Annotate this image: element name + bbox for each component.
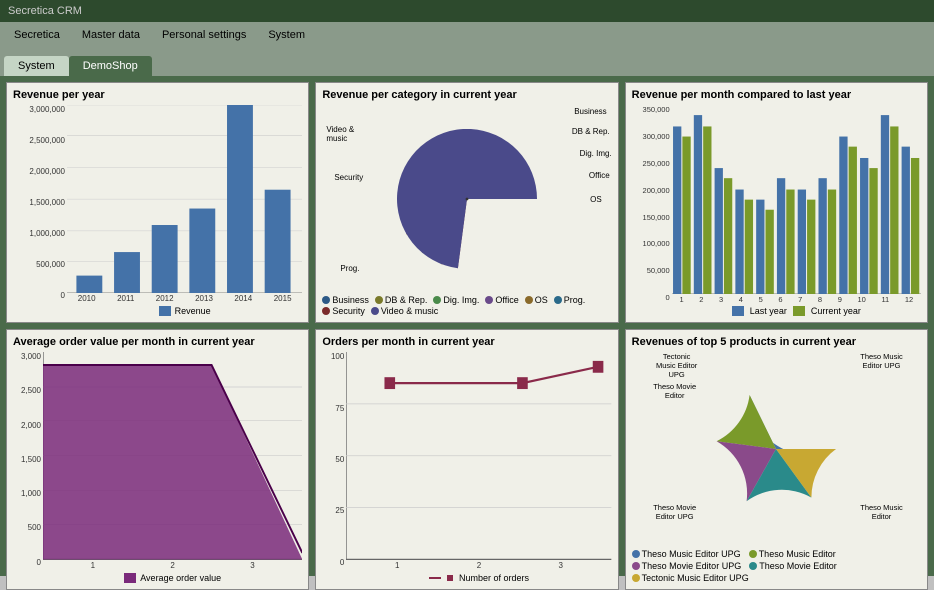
menu-bar: Secretica Master data Personal settings … bbox=[0, 22, 934, 48]
legend-lastyear-box bbox=[732, 306, 744, 316]
pie-label-office: Office bbox=[589, 171, 610, 180]
monthly-comparison-chart bbox=[672, 105, 921, 294]
top5-pie-chart bbox=[716, 389, 836, 509]
revenue-per-year-title: Revenue per year bbox=[13, 89, 302, 101]
top5-title: Revenues of top 5 products in current ye… bbox=[632, 336, 921, 348]
x-label-2014: 2014 bbox=[234, 294, 252, 303]
revenue-year-chart bbox=[67, 105, 302, 293]
legend-avgorder-box bbox=[124, 573, 136, 583]
legend-revenue-box bbox=[159, 306, 171, 316]
avg-order-value-panel: Average order value per month in current… bbox=[6, 329, 309, 589]
legend-currentyear-box bbox=[793, 306, 805, 316]
x-label-2010: 2010 bbox=[78, 294, 96, 303]
revenue-per-month-panel: Revenue per month compared to last year … bbox=[625, 82, 928, 323]
x-label-2012: 2012 bbox=[156, 294, 174, 303]
legend-lastyear-label: Last year bbox=[750, 306, 787, 316]
top5-legend: Theso Music Editor UPG Theso Music Edito… bbox=[632, 549, 921, 583]
pie-label-os: OS bbox=[590, 195, 602, 204]
x-label-2015: 2015 bbox=[274, 294, 292, 303]
orders-per-month-panel: Orders per month in current year 100 75 … bbox=[315, 329, 618, 589]
title-bar: Secretica CRM bbox=[0, 0, 934, 22]
legend-orders-line bbox=[429, 577, 441, 579]
tab-bar: System DemoShop bbox=[0, 48, 934, 76]
revenue-per-category-title: Revenue per category in current year bbox=[322, 89, 611, 101]
revenue-per-category-panel: Revenue per category in current year Bus… bbox=[315, 82, 618, 323]
top5-label-tectonic: TectonicMusic EditorUPG bbox=[637, 352, 717, 379]
y-label: 500,000 bbox=[13, 260, 65, 269]
menu-personalsettings[interactable]: Personal settings bbox=[152, 26, 256, 44]
menu-masterdata[interactable]: Master data bbox=[72, 26, 150, 44]
menu-secretica[interactable]: Secretica bbox=[4, 26, 70, 44]
y-label: 1,500,000 bbox=[13, 198, 65, 207]
avg-order-chart bbox=[43, 352, 302, 559]
top5-products-panel: Revenues of top 5 products in current ye… bbox=[625, 329, 928, 589]
category-legend: Business DB & Rep. Dig. Img. Office OS P… bbox=[322, 295, 611, 316]
dashboard: Revenue per year 3,000,000 2,500,000 2,0… bbox=[0, 76, 934, 576]
y-label: 2,000,000 bbox=[13, 167, 65, 176]
top5-label-theso-music-upg: Theso MusicEditor UPG bbox=[844, 352, 919, 370]
revenue-per-year-panel: Revenue per year 3,000,000 2,500,000 2,0… bbox=[6, 82, 309, 323]
orders-per-month-title: Orders per month in current year bbox=[322, 336, 611, 348]
category-pie-chart bbox=[397, 129, 537, 269]
y-label: 2,500,000 bbox=[13, 136, 65, 145]
y-label: 0 bbox=[13, 291, 65, 300]
app-title: Secretica CRM bbox=[8, 5, 82, 17]
top5-label-theso-movie-ed: Theso MovieEditor bbox=[635, 382, 715, 400]
pie-label-business: Business bbox=[574, 107, 606, 116]
legend-revenue-label: Revenue bbox=[175, 306, 211, 316]
pie-label-digimg: Dig. Img. bbox=[580, 149, 612, 158]
menu-system[interactable]: System bbox=[258, 26, 315, 44]
pie-label-security: Security bbox=[334, 173, 363, 182]
tab-system[interactable]: System bbox=[4, 56, 69, 76]
pie-label-videomusic: Video &music bbox=[326, 125, 354, 143]
legend-currentyear-label: Current year bbox=[811, 306, 861, 316]
pie-label-prog: Prog. bbox=[340, 264, 359, 273]
tab-demoshop[interactable]: DemoShop bbox=[69, 56, 152, 76]
x-label-2011: 2011 bbox=[117, 294, 134, 303]
legend-avgorder-label: Average order value bbox=[140, 573, 221, 583]
revenue-per-month-title: Revenue per month compared to last year bbox=[632, 89, 921, 101]
top5-label-theso-movie-upg: Theso MovieEditor UPG bbox=[635, 503, 715, 521]
y-label: 3,000,000 bbox=[13, 105, 65, 114]
y-label: 1,000,000 bbox=[13, 229, 65, 238]
legend-orders-label: Number of orders bbox=[459, 573, 529, 583]
orders-month-chart bbox=[346, 352, 611, 559]
avg-order-title: Average order value per month in current… bbox=[13, 336, 302, 348]
x-label-2013: 2013 bbox=[195, 294, 213, 303]
top5-label-theso-music-ed: Theso MusicEditor bbox=[844, 503, 919, 521]
pie-label-dbrep: DB & Rep. bbox=[572, 127, 610, 136]
